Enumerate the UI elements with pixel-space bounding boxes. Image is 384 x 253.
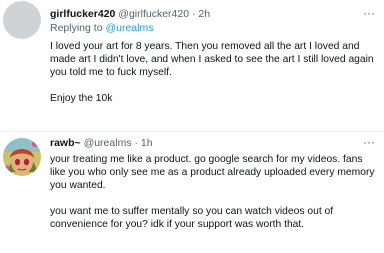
tweet-header: rawb~ @urealms · 1h bbox=[50, 137, 360, 149]
tweet-paragraph: your treating me like a product. go goog… bbox=[50, 154, 375, 191]
display-name[interactable]: girlfucker420 bbox=[50, 8, 115, 20]
more-horizontal-icon[interactable]: ··· bbox=[362, 136, 376, 148]
tweet-paragraph: you want me to suffer mentally so you ca… bbox=[50, 206, 334, 230]
avatar[interactable] bbox=[3, 1, 41, 39]
handle[interactable]: @urealms bbox=[84, 137, 132, 149]
handle[interactable]: @girlfucker420 bbox=[118, 8, 189, 20]
tweet-paragraph: Enjoy the 10k bbox=[50, 93, 113, 104]
tweet-header: girlfucker420 @girlfucker420 · 2h bbox=[50, 8, 360, 20]
separator: · bbox=[192, 8, 196, 20]
replying-prefix: Replying to bbox=[50, 22, 103, 34]
timestamp[interactable]: 2h bbox=[198, 8, 210, 20]
tweet-text: I loved your art for 8 years. Then you r… bbox=[50, 40, 380, 105]
separator: · bbox=[134, 137, 139, 149]
tweet-girlfucker420[interactable]: girlfucker420 @girlfucker420 · 2h ··· Re… bbox=[0, 0, 384, 131]
more-horizontal-icon[interactable]: ··· bbox=[362, 7, 376, 19]
avatar[interactable] bbox=[3, 138, 41, 176]
display-name[interactable]: rawb~ bbox=[50, 137, 81, 149]
tweet-paragraph: I loved your art for 8 years. Then you r… bbox=[50, 41, 374, 78]
avatar-image bbox=[3, 138, 41, 176]
tweet-text: your treating me like a product. go goog… bbox=[50, 153, 380, 231]
replying-to: Replying to @urealms bbox=[50, 22, 153, 34]
replying-to-mention[interactable]: @urealms bbox=[105, 22, 153, 34]
tweet-rawb[interactable]: rawb~ @urealms · 1h ··· your treating me… bbox=[0, 131, 384, 253]
timestamp[interactable]: 1h bbox=[141, 137, 153, 149]
